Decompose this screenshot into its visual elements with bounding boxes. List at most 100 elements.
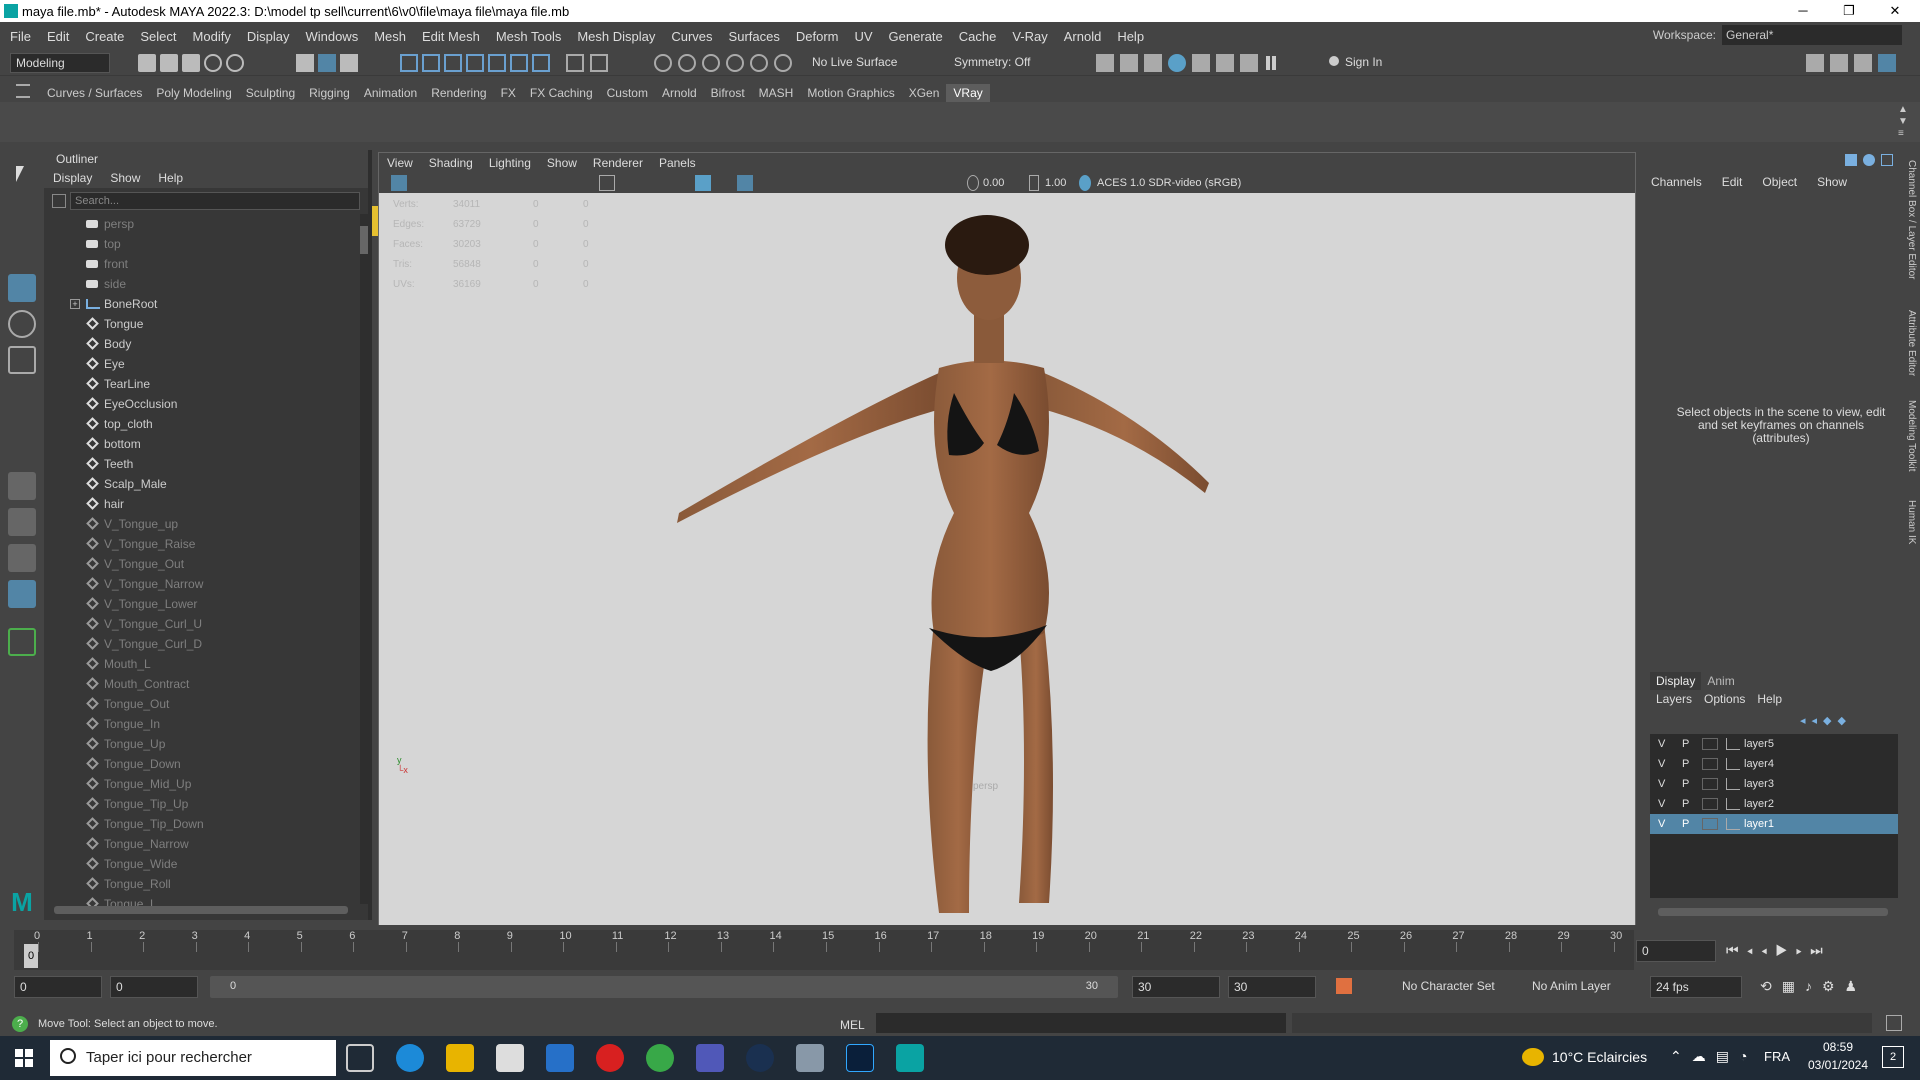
playback-toggle[interactable]: P — [1682, 794, 1689, 814]
channel-menu-show[interactable]: Show — [1807, 174, 1857, 190]
help-icon[interactable]: ? — [12, 1016, 28, 1032]
chrome-icon[interactable] — [646, 1044, 674, 1072]
workspace-dropdown[interactable]: General* — [1722, 25, 1902, 45]
snap-surface-icon[interactable] — [488, 54, 506, 72]
maximize-button[interactable]: ❐ — [1826, 0, 1872, 22]
shelf-tab-animation[interactable]: Animation — [357, 84, 424, 102]
menu-item-v-ray[interactable]: V-Ray — [1004, 29, 1055, 44]
render-frame-icon[interactable] — [702, 54, 720, 72]
hypershade-icon[interactable] — [774, 54, 792, 72]
history-icon[interactable] — [566, 54, 584, 72]
scale-tool-icon[interactable] — [8, 346, 36, 374]
layer-color-swatch[interactable] — [1702, 778, 1718, 790]
outliner-item[interactable]: hair — [44, 494, 354, 514]
outliner-item[interactable]: Mouth_Contract — [44, 674, 354, 694]
snap-vertex-icon[interactable] — [510, 54, 528, 72]
playback-toggle[interactable]: P — [1682, 754, 1689, 774]
anim-layer-dropdown[interactable]: No Anim Layer — [1532, 979, 1611, 993]
mode-dropdown[interactable]: Modeling — [10, 53, 110, 73]
shelf-tab-mash[interactable]: MASH — [752, 84, 801, 102]
textured-icon[interactable] — [737, 175, 753, 191]
outliner-item[interactable]: Tongue_Mid_Up — [44, 774, 354, 794]
task-view-icon[interactable] — [346, 1044, 374, 1072]
tray-icons[interactable]: ⌃☁▤◔ — [1670, 1048, 1757, 1065]
playback-toggle[interactable]: P — [1682, 774, 1689, 794]
outliner-item[interactable]: Tongue_Down — [44, 754, 354, 774]
outliner-item[interactable]: V_Tongue_up — [44, 514, 354, 534]
channel-menu-object[interactable]: Object — [1752, 174, 1807, 190]
outliner-item[interactable]: TearLine — [44, 374, 354, 394]
viewport-menu-view[interactable]: View — [379, 153, 421, 173]
menu-item-modify[interactable]: Modify — [185, 29, 239, 44]
layer-action-icons[interactable]: ◂◂◆◆ — [1800, 714, 1896, 728]
minimize-button[interactable]: ─ — [1780, 0, 1826, 22]
render-settings-icon[interactable] — [750, 54, 768, 72]
viewport-menu-renderer[interactable]: Renderer — [585, 153, 651, 173]
channel-box-icon[interactable] — [1878, 54, 1896, 72]
store-icon[interactable] — [496, 1044, 524, 1072]
visibility-toggle[interactable]: V — [1658, 794, 1665, 814]
shelf-tab-rendering[interactable]: Rendering — [424, 84, 493, 102]
outliner-item[interactable]: persp — [44, 214, 354, 234]
search-icon[interactable] — [8, 628, 36, 656]
outliner-hscrollbar[interactable] — [54, 906, 348, 914]
outliner-scrollbar[interactable] — [360, 214, 368, 904]
teams-icon[interactable] — [696, 1044, 724, 1072]
outliner-item[interactable]: bottom — [44, 434, 354, 454]
outliner-item[interactable]: V_Tongue_Curl_U — [44, 614, 354, 634]
layer-row[interactable]: V Player2 — [1650, 794, 1898, 814]
render-current-icon[interactable] — [1120, 54, 1138, 72]
outliner-item[interactable]: V_Tongue_Narrow — [44, 574, 354, 594]
shelf-tab-poly-modeling[interactable]: Poly Modeling — [149, 84, 238, 102]
outliner-item[interactable]: Tongue_In — [44, 714, 354, 734]
colorspace-icon[interactable] — [1079, 175, 1091, 191]
channel-pin-icon[interactable] — [1845, 154, 1857, 166]
outliner-menu-help[interactable]: Help — [149, 168, 192, 188]
time-slider[interactable]: 0 0 1 2 3 4 5 6 7 8 9 10 11 12 13 14 15 16 17 18 19 20 21 22 23… — [0, 928, 1920, 972]
live-surface-label[interactable]: No Live Surface — [812, 55, 897, 69]
start-frame-field[interactable]: 0 — [14, 976, 102, 998]
menu-item-mesh[interactable]: Mesh — [366, 29, 414, 44]
layer-tab-display[interactable]: Display — [1650, 672, 1702, 690]
viewport-canvas[interactable]: Verts: 34011 0 0 Edges: 63729 0 0 Faces: 30203 0 0 T… — [379, 193, 1635, 925]
app-icon[interactable] — [796, 1044, 824, 1072]
menu-item-mesh-display[interactable]: Mesh Display — [569, 29, 663, 44]
snap-grid-icon[interactable] — [400, 54, 418, 72]
outliner-item[interactable]: Tongue_Roll — [44, 874, 354, 894]
outliner-item[interactable]: top — [44, 234, 354, 254]
visibility-toggle[interactable]: V — [1658, 734, 1665, 754]
outliner-item[interactable]: Mouth_L — [44, 654, 354, 674]
shelf-tab-curves-surfaces[interactable]: Curves / Surfaces — [40, 84, 149, 102]
side-tab[interactable]: Attribute Editor — [1906, 310, 1917, 376]
snap-pivot-icon[interactable] — [532, 54, 550, 72]
viewport-menu-show[interactable]: Show — [539, 153, 585, 173]
exposure-field[interactable]: 0.00 — [983, 175, 1004, 191]
ipr-icon[interactable] — [726, 54, 744, 72]
taskbar-search[interactable]: Taper ici pour rechercher — [50, 1040, 336, 1076]
shelf-tab-fx-caching[interactable]: FX Caching — [523, 84, 600, 102]
menu-item-mesh-tools[interactable]: Mesh Tools — [488, 29, 570, 44]
gamma-field[interactable]: 1.00 — [1045, 175, 1066, 191]
modeling-toolkit-icon[interactable] — [1806, 54, 1824, 72]
menu-item-arnold[interactable]: Arnold — [1056, 29, 1110, 44]
side-tab[interactable]: Modeling Toolkit — [1906, 400, 1917, 472]
shelf-scroll-icon[interactable]: ▲ ▼ ≡ — [1898, 104, 1908, 140]
shelf-menu-icon[interactable] — [16, 84, 30, 98]
lock-icon[interactable] — [590, 54, 608, 72]
outliner-item[interactable]: Eye — [44, 354, 354, 374]
smooth-shade-icon[interactable] — [695, 175, 711, 191]
layer-row[interactable]: V Player1 — [1650, 814, 1898, 834]
layer-menu-help[interactable]: Help — [1751, 690, 1788, 708]
two-view-icon[interactable] — [8, 544, 36, 572]
outliner-item[interactable]: Tongue_Up — [44, 734, 354, 754]
channel-expand-icon[interactable] — [1881, 154, 1893, 166]
outliner-item[interactable]: Tongue_Out — [44, 694, 354, 714]
viewport-menu-shading[interactable]: Shading — [421, 153, 481, 173]
menu-item-help[interactable]: Help — [1109, 29, 1152, 44]
photoshop-icon[interactable] — [846, 1044, 874, 1072]
render-view-icon[interactable] — [1096, 54, 1114, 72]
outliner-item[interactable]: Tongue_Tip_Up — [44, 794, 354, 814]
outliner-menu-show[interactable]: Show — [101, 168, 149, 188]
menu-item-file[interactable]: File — [2, 29, 39, 44]
visibility-toggle[interactable]: V — [1658, 774, 1665, 794]
